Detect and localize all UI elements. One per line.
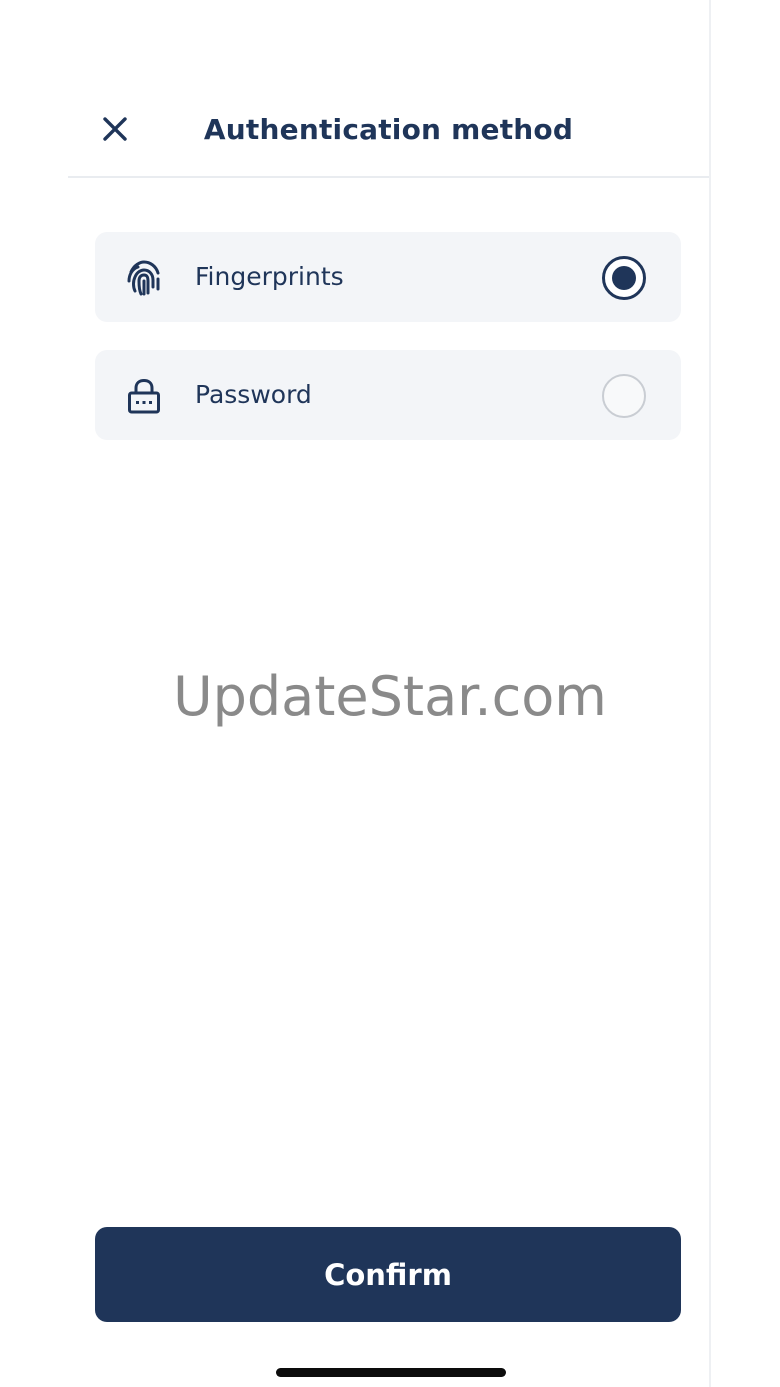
option-icon-wrapper [125,259,163,297]
page-title: Authentication method [203,113,574,146]
radio-password[interactable] [602,374,646,418]
watermark: UpdateStar.com [173,665,607,728]
option-label: Fingerprints [195,262,344,291]
option-label: Password [195,380,312,409]
option-fingerprints[interactable]: Fingerprints [95,232,681,322]
option-icon-wrapper [125,377,163,415]
home-indicator [276,1368,506,1377]
lock-icon [128,378,160,414]
fingerprint-icon [127,260,160,296]
header: Authentication method [68,84,709,178]
option-password[interactable]: Password [95,350,681,440]
radio-fingerprints[interactable] [602,256,646,300]
confirm-button[interactable]: Confirm [95,1227,681,1322]
